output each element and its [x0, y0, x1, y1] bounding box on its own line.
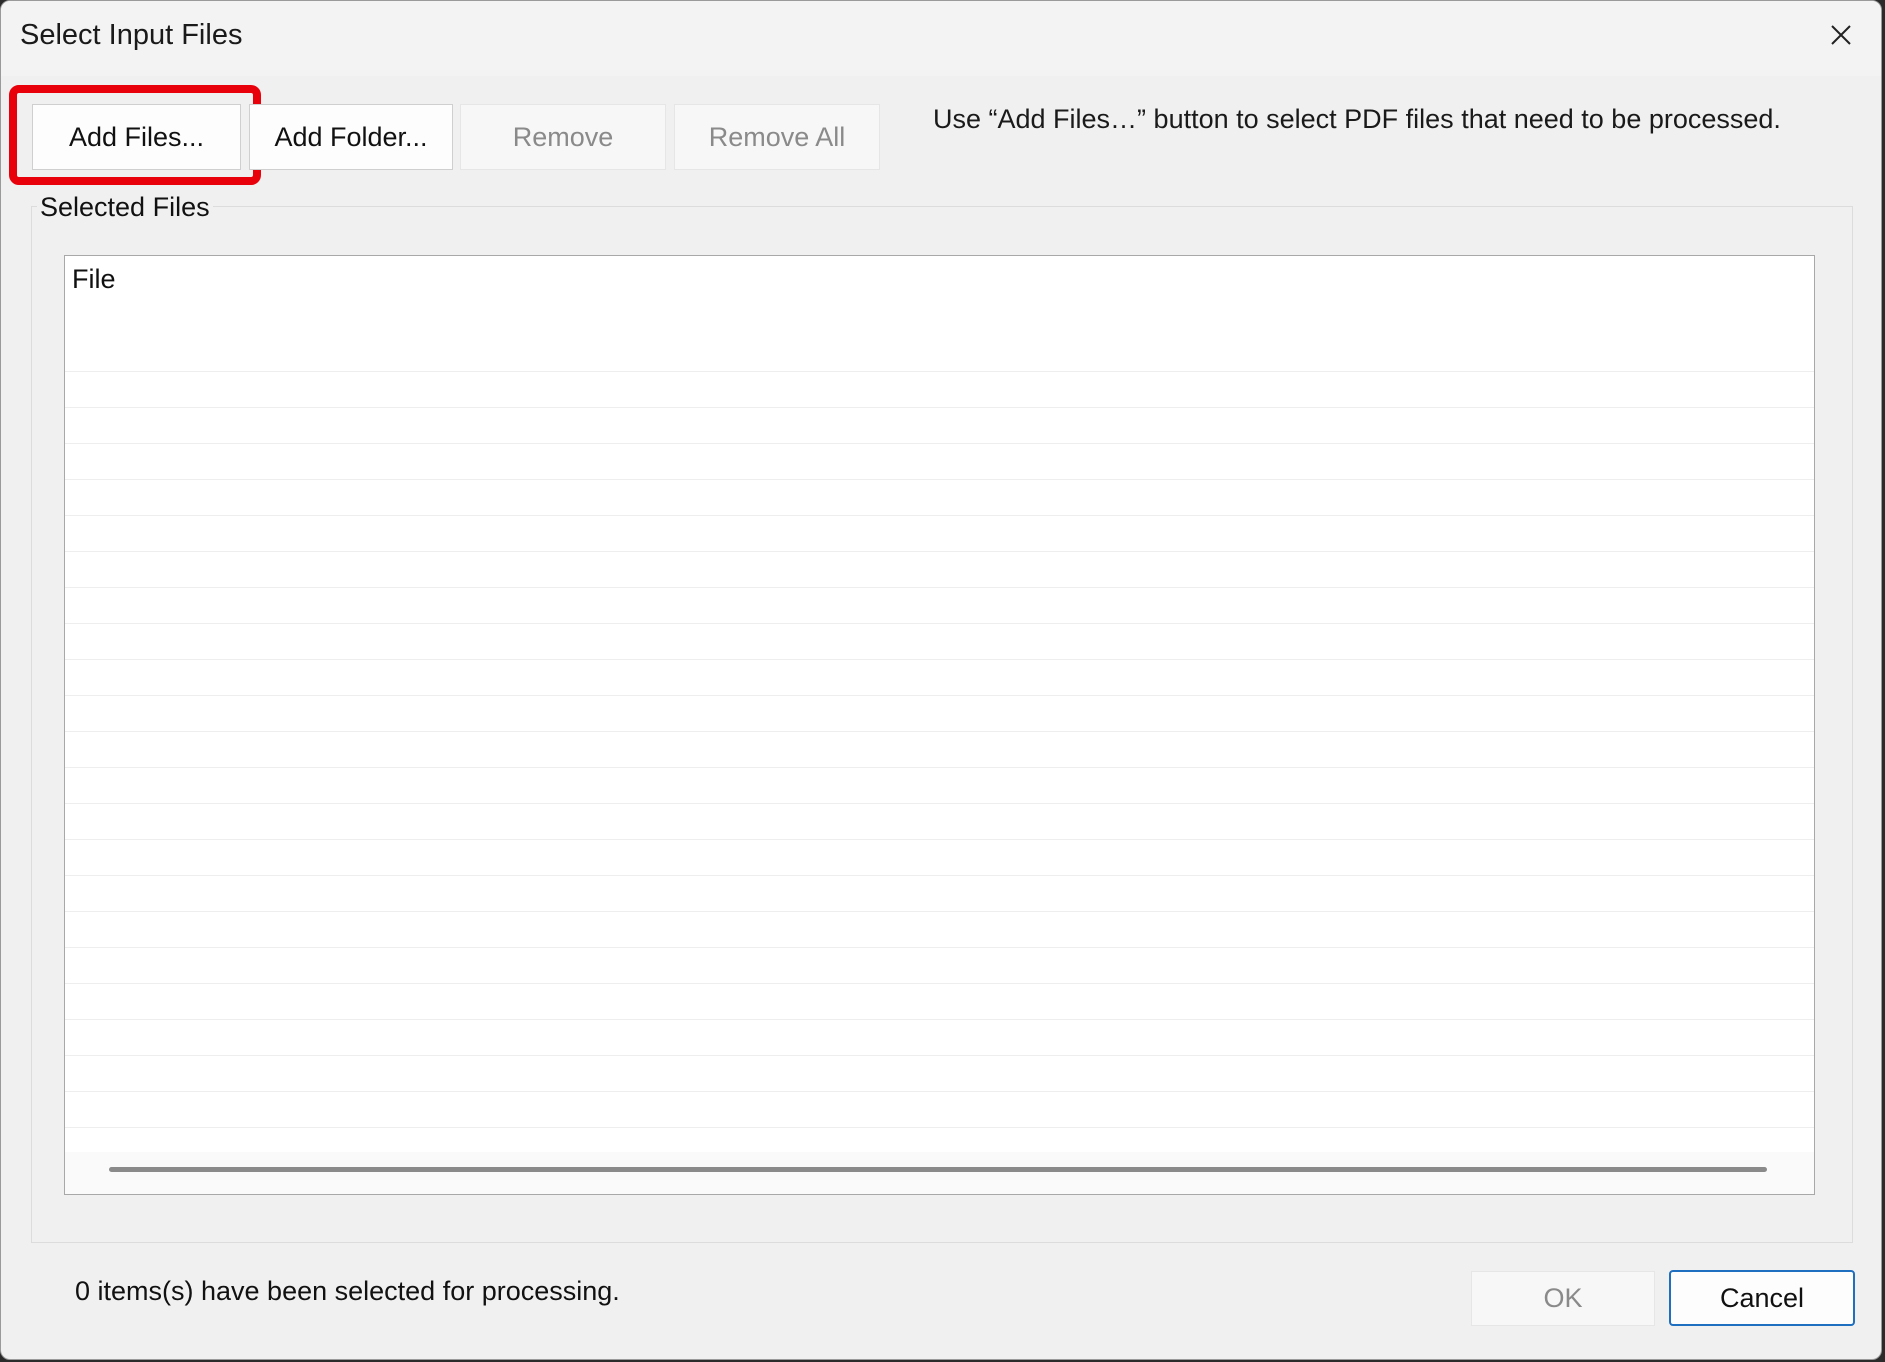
selected-files-label: Selected Files — [37, 192, 213, 223]
empty-row — [65, 1020, 1814, 1056]
close-icon — [1829, 23, 1853, 52]
horizontal-scrollbar-thumb[interactable] — [109, 1167, 1767, 1172]
close-button[interactable] — [1801, 1, 1881, 73]
file-rows — [65, 336, 1814, 1194]
empty-row — [65, 948, 1814, 984]
select-input-files-dialog: Select Input Files Add Files... Add Fold… — [0, 0, 1882, 1360]
empty-row — [65, 876, 1814, 912]
empty-row — [65, 1092, 1814, 1128]
ok-button[interactable]: OK — [1471, 1271, 1655, 1326]
horizontal-scrollbar[interactable] — [65, 1152, 1814, 1194]
empty-row — [65, 804, 1814, 840]
remove-all-button[interactable]: Remove All — [674, 104, 880, 170]
add-folder-button[interactable]: Add Folder... — [249, 104, 453, 170]
empty-row — [65, 336, 1814, 372]
empty-row — [65, 624, 1814, 660]
title-bar: Select Input Files — [1, 1, 1881, 76]
file-column-header[interactable]: File — [72, 264, 116, 295]
empty-row — [65, 480, 1814, 516]
empty-row — [65, 588, 1814, 624]
empty-row — [65, 516, 1814, 552]
empty-row — [65, 732, 1814, 768]
selection-status: 0 items(s) have been selected for proces… — [75, 1276, 620, 1306]
empty-row — [65, 912, 1814, 948]
add-files-button[interactable]: Add Files... — [32, 104, 241, 170]
instruction-text: Use “Add Files…” button to select PDF fi… — [933, 104, 1781, 134]
empty-row — [65, 840, 1814, 876]
empty-row — [65, 984, 1814, 1020]
empty-row — [65, 372, 1814, 408]
empty-row — [65, 552, 1814, 588]
cancel-button[interactable]: Cancel — [1669, 1270, 1855, 1326]
empty-row — [65, 768, 1814, 804]
empty-row — [65, 444, 1814, 480]
empty-row — [65, 408, 1814, 444]
window-title: Select Input Files — [20, 19, 243, 51]
remove-button[interactable]: Remove — [460, 104, 666, 170]
files-list[interactable]: File — [64, 255, 1815, 1195]
empty-row — [65, 696, 1814, 732]
empty-row — [65, 660, 1814, 696]
empty-row — [65, 1056, 1814, 1092]
